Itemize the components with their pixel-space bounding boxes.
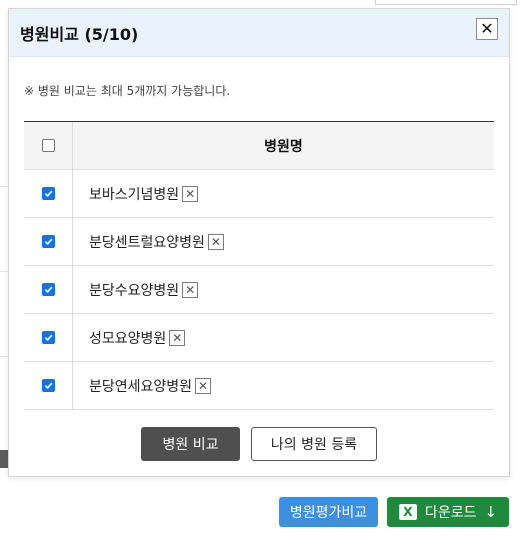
hospital-name-cell: 분당수요양병원 ✕: [73, 266, 494, 313]
close-icon: ✕: [480, 19, 494, 38]
hospital-name-cell: 보바스기념병원 ✕: [73, 170, 494, 217]
hospital-checkbox[interactable]: [41, 187, 55, 200]
select-all-cell: [24, 122, 73, 169]
column-header-hospital-name: 병원명: [264, 138, 303, 155]
hospital-name-cell: 성모요양병원 ✕: [73, 314, 494, 361]
table-row: 성모요양병원 ✕: [24, 314, 494, 362]
hospital-table: 병원명 보바스기념병원 ✕ 분당센트럴요양병원 ✕ 분당수요양병원 ✕ 성모요양병원 ✕ 분당연…: [24, 121, 494, 410]
background-divider: [0, 186, 8, 187]
hospital-checkbox[interactable]: [41, 283, 55, 296]
close-button[interactable]: ✕: [476, 18, 498, 40]
modal-actions: 병원 비교 나의 병원 등록: [9, 427, 509, 461]
background-divider: [0, 356, 8, 357]
select-all-checkbox[interactable]: [41, 139, 55, 152]
row-checkbox-cell: [24, 170, 73, 217]
hospital-name: 분당센트럴요양병원: [89, 234, 205, 251]
compare-button[interactable]: 병원 비교: [141, 427, 240, 461]
hospital-checkbox[interactable]: [41, 331, 55, 344]
excel-icon: X: [398, 504, 417, 520]
remove-hospital-icon[interactable]: ✕: [207, 233, 224, 250]
hospital-name: 보바스기념병원: [89, 186, 180, 203]
hospital-name: 성모요양병원: [89, 330, 167, 347]
remove-hospital-icon[interactable]: ✕: [169, 329, 186, 346]
download-label: 다운로드: [424, 505, 477, 521]
background-bar: [0, 450, 8, 468]
background-divider: [0, 271, 8, 272]
notice-text: ※ 병원 비교는 최대 5개까지 가능합니다.: [24, 84, 231, 98]
table-row: 분당센트럴요양병원 ✕: [24, 218, 494, 266]
table-row: 보바스기념병원 ✕: [24, 170, 494, 218]
hospital-name-cell: 분당연세요양병원 ✕: [73, 362, 494, 409]
remove-hospital-icon[interactable]: ✕: [182, 281, 199, 298]
compare-button-label: 병원 비교: [162, 437, 219, 453]
modal-title: 병원비교 (5/10): [20, 24, 139, 44]
hospital-checkbox[interactable]: [41, 235, 55, 248]
row-checkbox-cell: [24, 266, 73, 313]
hospital-evaluation-compare-label: 병원평가비교: [289, 505, 368, 521]
table-row: 분당수요양병원 ✕: [24, 266, 494, 314]
background-box: [375, 0, 517, 5]
hospital-name: 분당수요양병원: [89, 282, 180, 299]
table-header-row: 병원명: [24, 122, 494, 170]
hospital-checkbox[interactable]: [41, 379, 55, 392]
download-button[interactable]: X 다운로드 ↓: [387, 497, 509, 527]
row-checkbox-cell: [24, 362, 73, 409]
hospital-name: 분당연세요양병원: [89, 378, 193, 395]
hospital-name-cell: 분당센트럴요양병원 ✕: [73, 218, 494, 265]
remove-hospital-icon[interactable]: ✕: [182, 185, 199, 202]
remove-hospital-icon[interactable]: ✕: [195, 377, 212, 394]
hospital-compare-modal: 병원비교 (5/10) ✕ ※ 병원 비교는 최대 5개까지 가능합니다. 병원…: [8, 8, 510, 477]
arrow-down-icon: ↓: [484, 503, 498, 521]
register-my-hospital-button[interactable]: 나의 병원 등록: [251, 427, 377, 461]
table-row: 분당연세요양병원 ✕: [24, 362, 494, 410]
row-checkbox-cell: [24, 314, 73, 361]
register-button-label: 나의 병원 등록: [270, 437, 358, 453]
hospital-evaluation-compare-button[interactable]: 병원평가비교: [279, 497, 378, 527]
modal-header: 병원비교 (5/10) ✕: [9, 9, 509, 57]
row-checkbox-cell: [24, 218, 73, 265]
